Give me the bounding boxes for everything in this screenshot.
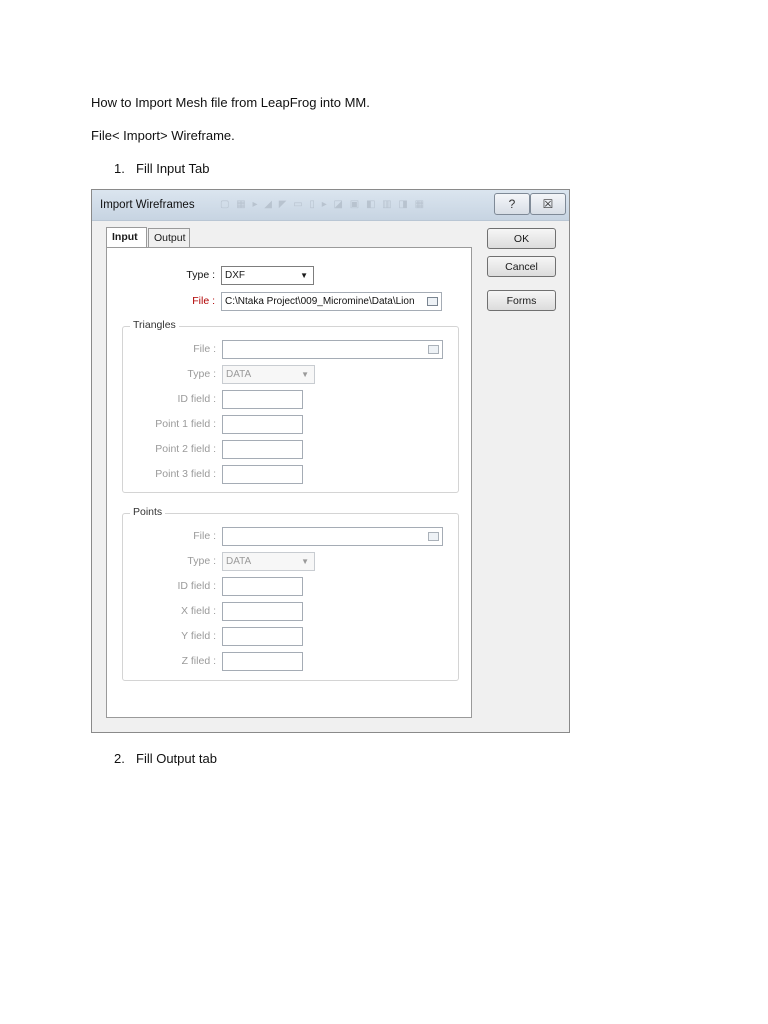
points-type-label: Type : — [187, 555, 216, 567]
points-z-field-label: Z filed : — [181, 655, 216, 667]
points-x-field-label: X field : — [180, 605, 216, 617]
points-file-browse-icon[interactable] — [428, 532, 439, 541]
doc-heading: How to Import Mesh file from LeapFrog in… — [91, 95, 370, 110]
triangles-id-field-label: ID field : — [177, 393, 216, 405]
doc-step-2: 2. Fill Output tab — [114, 751, 217, 766]
ok-button[interactable]: OK — [487, 228, 556, 249]
triangles-group: Triangles File : Type : DATA ▼ ID field … — [122, 319, 459, 493]
triangles-file-browse-icon[interactable] — [428, 345, 439, 354]
dropdown-arrow-icon: ▼ — [301, 557, 309, 566]
points-group: Points File : Type : DATA ▼ ID field : X… — [122, 506, 459, 681]
triangles-group-title: Triangles — [130, 319, 179, 331]
points-z-field-input[interactable] — [222, 652, 303, 671]
points-id-field-input[interactable] — [222, 577, 303, 596]
file-browse-icon[interactable] — [427, 297, 438, 306]
triangles-point1-input[interactable] — [222, 415, 303, 434]
points-group-title: Points — [130, 506, 166, 518]
step-1-number: 1. — [114, 161, 125, 176]
step-1-text: Fill Input Tab — [136, 161, 210, 176]
triangles-file-label: File : — [193, 343, 216, 355]
dropdown-arrow-icon: ▼ — [300, 271, 308, 280]
import-wireframes-dialog: Import Wireframes ▢ ▦ ▸ ◢ ◤ ▭ ▯ ▸ ◪ ▣ ◧ … — [91, 189, 570, 733]
points-id-field-label: ID field : — [177, 580, 216, 592]
doc-path: File< Import> Wireframe. — [91, 128, 235, 143]
step-2-number: 2. — [114, 751, 125, 766]
close-icon: ☒ — [542, 197, 554, 211]
close-button[interactable]: ☒ — [530, 193, 566, 215]
type-select-value: DXF — [225, 270, 245, 281]
triangles-point2-label: Point 2 field : — [155, 443, 216, 455]
dropdown-arrow-icon: ▼ — [301, 370, 309, 379]
cancel-button[interactable]: Cancel — [487, 256, 556, 277]
points-type-select[interactable]: DATA ▼ — [222, 552, 315, 571]
points-y-field-label: Y field : — [181, 630, 216, 642]
help-button[interactable]: ? — [494, 193, 530, 215]
help-icon: ? — [508, 197, 516, 211]
triangles-type-label: Type : — [187, 368, 216, 380]
file-input[interactable]: C:\Ntaka Project\009_Micromine\Data\Lion — [221, 292, 442, 311]
points-y-field-input[interactable] — [222, 627, 303, 646]
background-toolbar-ghost: ▢ ▦ ▸ ◢ ◤ ▭ ▯ ▸ ◪ ▣ ◧ ▥ ◨ ▦ — [220, 199, 427, 210]
triangles-point3-label: Point 3 field : — [155, 468, 216, 480]
type-label: Type : — [186, 269, 215, 281]
doc-step-1: 1. Fill Input Tab — [114, 161, 209, 176]
points-file-input[interactable] — [222, 527, 443, 546]
input-tab-panel: Type : DXF ▼ File : C:\Ntaka Project\009… — [106, 247, 472, 718]
tab-input[interactable]: Input — [106, 227, 147, 248]
triangles-id-field-input[interactable] — [222, 390, 303, 409]
points-type-value: DATA — [226, 556, 252, 567]
points-file-label: File : — [193, 530, 216, 542]
points-x-field-input[interactable] — [222, 602, 303, 621]
forms-button[interactable]: Forms — [487, 290, 556, 311]
triangles-point2-input[interactable] — [222, 440, 303, 459]
triangles-type-select[interactable]: DATA ▼ — [222, 365, 315, 384]
step-2-text: Fill Output tab — [136, 751, 217, 766]
file-label: File : — [192, 295, 215, 307]
tab-output[interactable]: Output — [148, 228, 190, 247]
dialog-title: Import Wireframes — [100, 199, 195, 211]
triangles-point3-input[interactable] — [222, 465, 303, 484]
dialog-titlebar[interactable]: Import Wireframes ▢ ▦ ▸ ◢ ◤ ▭ ▯ ▸ ◪ ▣ ◧ … — [92, 190, 569, 221]
type-select[interactable]: DXF ▼ — [221, 266, 314, 285]
triangles-type-value: DATA — [226, 369, 252, 380]
triangles-file-input[interactable] — [222, 340, 443, 359]
triangles-point1-label: Point 1 field : — [155, 418, 216, 430]
